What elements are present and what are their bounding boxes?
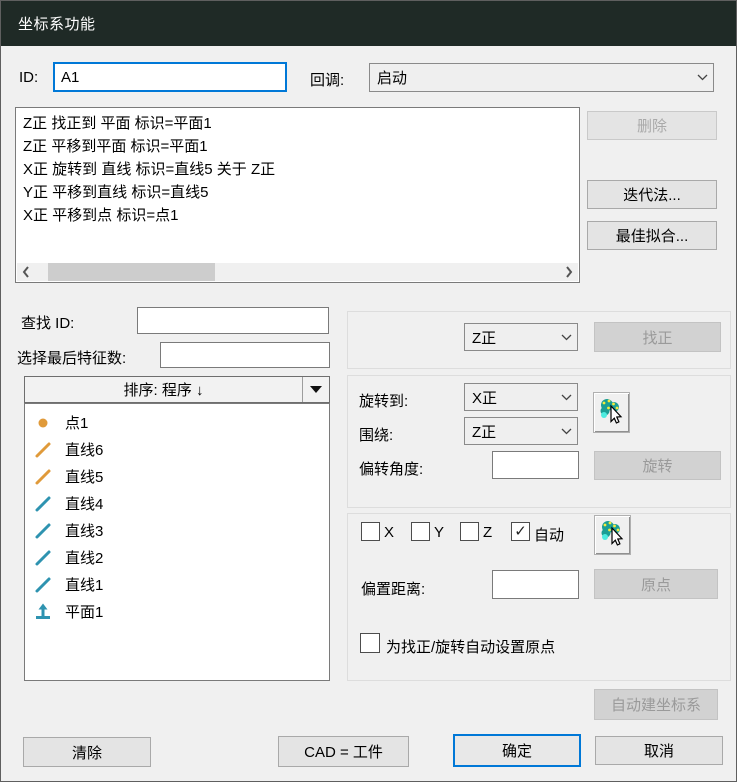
rotate-about-value: Z正 <box>472 421 555 442</box>
sort-label: 排序: 程序 ↓ <box>25 377 302 402</box>
pick-feature-button[interactable] <box>593 392 630 433</box>
chevron-down-icon <box>555 428 577 435</box>
feature-label: 直线3 <box>65 520 103 541</box>
offset-angle-label: 偏转角度: <box>359 458 423 479</box>
find-id-input[interactable] <box>137 307 329 334</box>
feature-label: 直线1 <box>65 574 103 595</box>
auto-origin-label: 为找正/旋转自动设置原点 <box>386 636 555 657</box>
z-checkbox[interactable] <box>460 522 479 541</box>
delete-button[interactable]: 删除 <box>587 111 717 140</box>
y-checkbox-label: Y <box>434 524 444 541</box>
alignment-dialog: 坐标系功能 ID: 回调: 启动 Z正 找正到 平面 标识=平面1 Z正 平移到… <box>0 0 737 782</box>
chevron-down-icon <box>555 394 577 401</box>
feature-item[interactable]: 直线1 <box>25 571 329 598</box>
align-button[interactable]: 找正 <box>594 322 721 352</box>
callback-select[interactable]: 启动 <box>369 63 714 92</box>
line-icon <box>33 441 53 459</box>
feature-label: 直线6 <box>65 439 103 460</box>
ok-button[interactable]: 确定 <box>453 734 581 767</box>
alignment-step[interactable]: X正 平移到点 标识=点1 <box>23 204 572 227</box>
feature-item[interactable]: 直线6 <box>25 436 329 463</box>
align-axis-select[interactable]: Z正 <box>464 323 578 351</box>
dialog-title: 坐标系功能 <box>18 13 96 34</box>
auto-checkbox[interactable] <box>511 522 530 541</box>
z-checkbox-label: Z <box>483 524 492 541</box>
plane-icon <box>33 603 53 621</box>
alignment-step[interactable]: Z正 平移到平面 标识=平面1 <box>23 135 572 158</box>
feature-item[interactable]: 点1 <box>25 409 329 436</box>
best-fit-button[interactable]: 最佳拟合... <box>587 221 717 250</box>
rotate-to-value: X正 <box>472 387 555 408</box>
scrollbar-track[interactable] <box>35 263 560 281</box>
title-bar: 坐标系功能 <box>1 1 737 46</box>
x-checkbox[interactable] <box>361 522 380 541</box>
auto-checkbox-label: 自动 <box>534 524 564 545</box>
triangle-down-icon <box>310 386 322 393</box>
feature-label: 直线5 <box>65 466 103 487</box>
line-icon <box>33 576 53 594</box>
feature-label: 点1 <box>65 412 88 433</box>
rotate-button[interactable]: 旋转 <box>594 451 721 480</box>
alignment-step[interactable]: X正 旋转到 直线 标识=直线5 关于 Z正 <box>23 158 572 181</box>
pick-origin-feature-button[interactable] <box>594 515 631 555</box>
line-icon <box>33 522 53 540</box>
line-icon <box>33 495 53 513</box>
rotate-to-label: 旋转到: <box>359 390 408 411</box>
scroll-right-icon[interactable] <box>560 263 578 281</box>
iterative-button[interactable]: 迭代法... <box>587 180 717 209</box>
clear-button[interactable]: 清除 <box>23 737 151 767</box>
align-axis-value: Z正 <box>472 327 555 348</box>
point-icon <box>33 414 53 432</box>
origin-button[interactable]: 原点 <box>594 569 718 599</box>
chevron-down-icon <box>555 334 577 341</box>
feature-item[interactable]: 直线4 <box>25 490 329 517</box>
auto-origin-checkbox[interactable] <box>360 633 380 653</box>
feature-label: 直线4 <box>65 493 103 514</box>
y-checkbox[interactable] <box>411 522 430 541</box>
horizontal-scrollbar[interactable] <box>17 263 578 281</box>
line-icon <box>33 549 53 567</box>
offset-distance-input[interactable] <box>492 570 579 599</box>
rotate-about-select[interactable]: Z正 <box>464 417 578 445</box>
offset-distance-label: 偏置距离: <box>361 578 425 599</box>
callback-value: 启动 <box>377 67 691 88</box>
rotate-to-select[interactable]: X正 <box>464 383 578 411</box>
cad-equals-part-button[interactable]: CAD = 工件 <box>278 736 409 767</box>
offset-angle-input[interactable] <box>492 451 579 479</box>
tree-cursor-icon <box>599 519 626 551</box>
feature-label: 直线2 <box>65 547 103 568</box>
id-label: ID: <box>19 69 38 86</box>
find-id-label: 查找 ID: <box>21 312 74 333</box>
sort-header[interactable]: 排序: 程序 ↓ <box>24 376 330 403</box>
feature-item[interactable]: 直线3 <box>25 517 329 544</box>
auto-create-alignment-button[interactable]: 自动建坐标系 <box>594 689 718 720</box>
feature-list[interactable]: 点1 直线6 直线5 直线4 直线3 直线2 <box>24 403 330 681</box>
alignment-steps-list[interactable]: Z正 找正到 平面 标识=平面1 Z正 平移到平面 标识=平面1 X正 旋转到 … <box>15 107 580 283</box>
x-checkbox-label: X <box>384 524 394 541</box>
alignment-step[interactable]: Z正 找正到 平面 标识=平面1 <box>23 112 572 135</box>
line-icon <box>33 468 53 486</box>
feature-item[interactable]: 直线2 <box>25 544 329 571</box>
feature-item[interactable]: 平面1 <box>25 598 329 625</box>
cancel-button[interactable]: 取消 <box>595 736 723 765</box>
rotate-about-label: 围绕: <box>359 424 393 445</box>
tree-cursor-icon <box>598 397 625 429</box>
scroll-left-icon[interactable] <box>17 263 35 281</box>
sort-dropdown-button[interactable] <box>302 377 329 402</box>
select-last-input[interactable] <box>160 342 330 368</box>
scrollbar-thumb[interactable] <box>48 263 215 281</box>
id-input[interactable] <box>53 62 287 92</box>
select-last-label: 选择最后特征数: <box>17 347 126 368</box>
alignment-step[interactable]: Y正 平移到直线 标识=直线5 <box>23 181 572 204</box>
feature-item[interactable]: 直线5 <box>25 463 329 490</box>
feature-label: 平面1 <box>65 601 103 622</box>
chevron-down-icon <box>691 74 713 81</box>
callback-label: 回调: <box>310 69 344 90</box>
